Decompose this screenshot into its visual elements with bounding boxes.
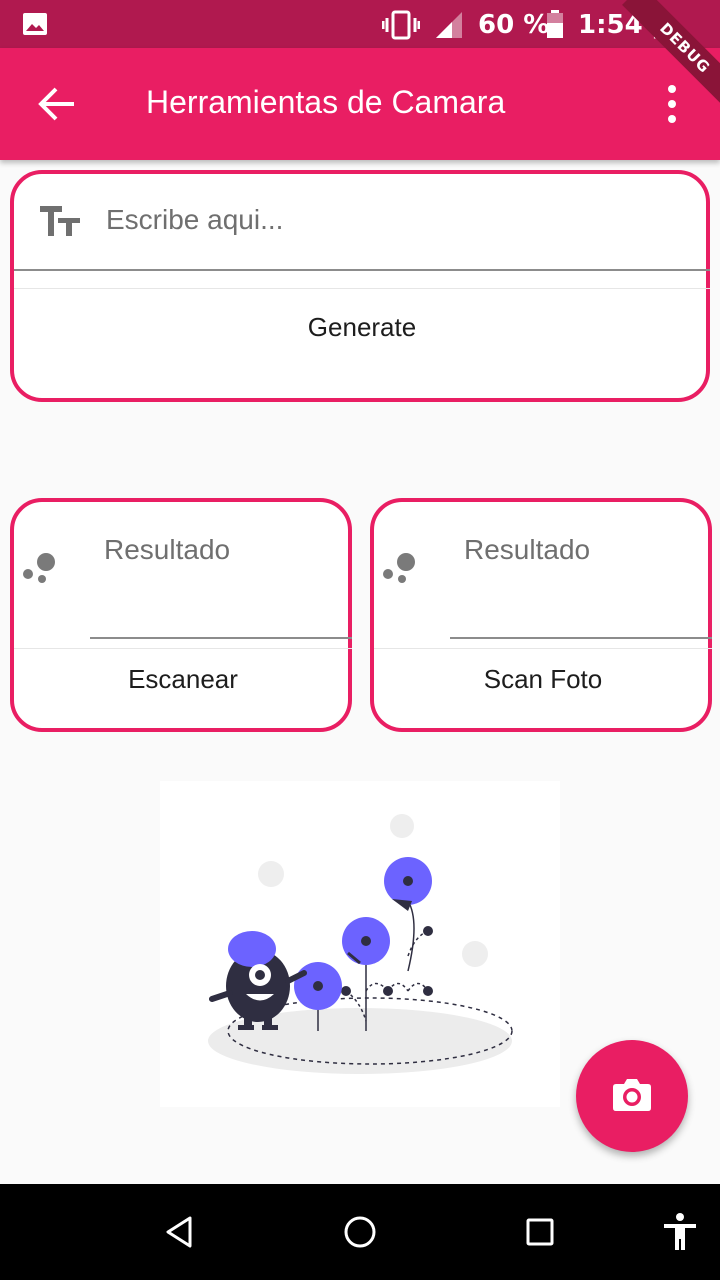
battery-percent: 60 % (478, 10, 550, 40)
scan-foto-button[interactable]: Scan Foto (374, 652, 712, 706)
app-bar: Herramientas de Camara (0, 48, 720, 160)
divider (374, 648, 712, 649)
back-nav-icon[interactable] (160, 1212, 200, 1252)
result-underline (450, 637, 712, 639)
system-navigation-bar (0, 1184, 720, 1280)
text-fields-icon (40, 206, 80, 236)
home-nav-icon[interactable] (340, 1212, 380, 1252)
vibrate-icon (382, 10, 420, 40)
page-title: Herramientas de Camara (146, 84, 506, 120)
generate-card: Escribe aqui... Generate (10, 170, 710, 402)
input-underline (14, 269, 710, 271)
monster-flowers-illustration (208, 814, 513, 1074)
divider (14, 648, 352, 649)
bubbles-icon (383, 553, 415, 583)
status-bar: 60 % 1:54 p. m. (0, 0, 720, 70)
scan-photo-card: Resultado Scan Foto (370, 498, 712, 732)
escanear-button[interactable]: Escanear (14, 652, 352, 706)
camera-icon (613, 1079, 651, 1111)
recents-nav-icon[interactable] (520, 1212, 560, 1252)
divider (14, 288, 710, 289)
text-input[interactable]: Escribe aqui... (106, 204, 283, 236)
signal-icon (436, 12, 462, 38)
illustration (160, 781, 560, 1107)
accessibility-icon[interactable] (660, 1212, 700, 1252)
generate-button[interactable]: Generate (14, 292, 710, 362)
gallery-notification-icon (23, 13, 47, 35)
more-vert-icon[interactable] (658, 84, 686, 124)
camera-fab-button[interactable] (576, 1040, 688, 1152)
scan-card: Resultado Escanear (10, 498, 352, 732)
arrow-back-icon[interactable] (36, 86, 76, 122)
result-field[interactable]: Resultado (104, 534, 230, 566)
result-field[interactable]: Resultado (464, 534, 590, 566)
battery-icon (547, 10, 563, 38)
bubbles-icon (23, 553, 55, 583)
result-underline (90, 637, 352, 639)
